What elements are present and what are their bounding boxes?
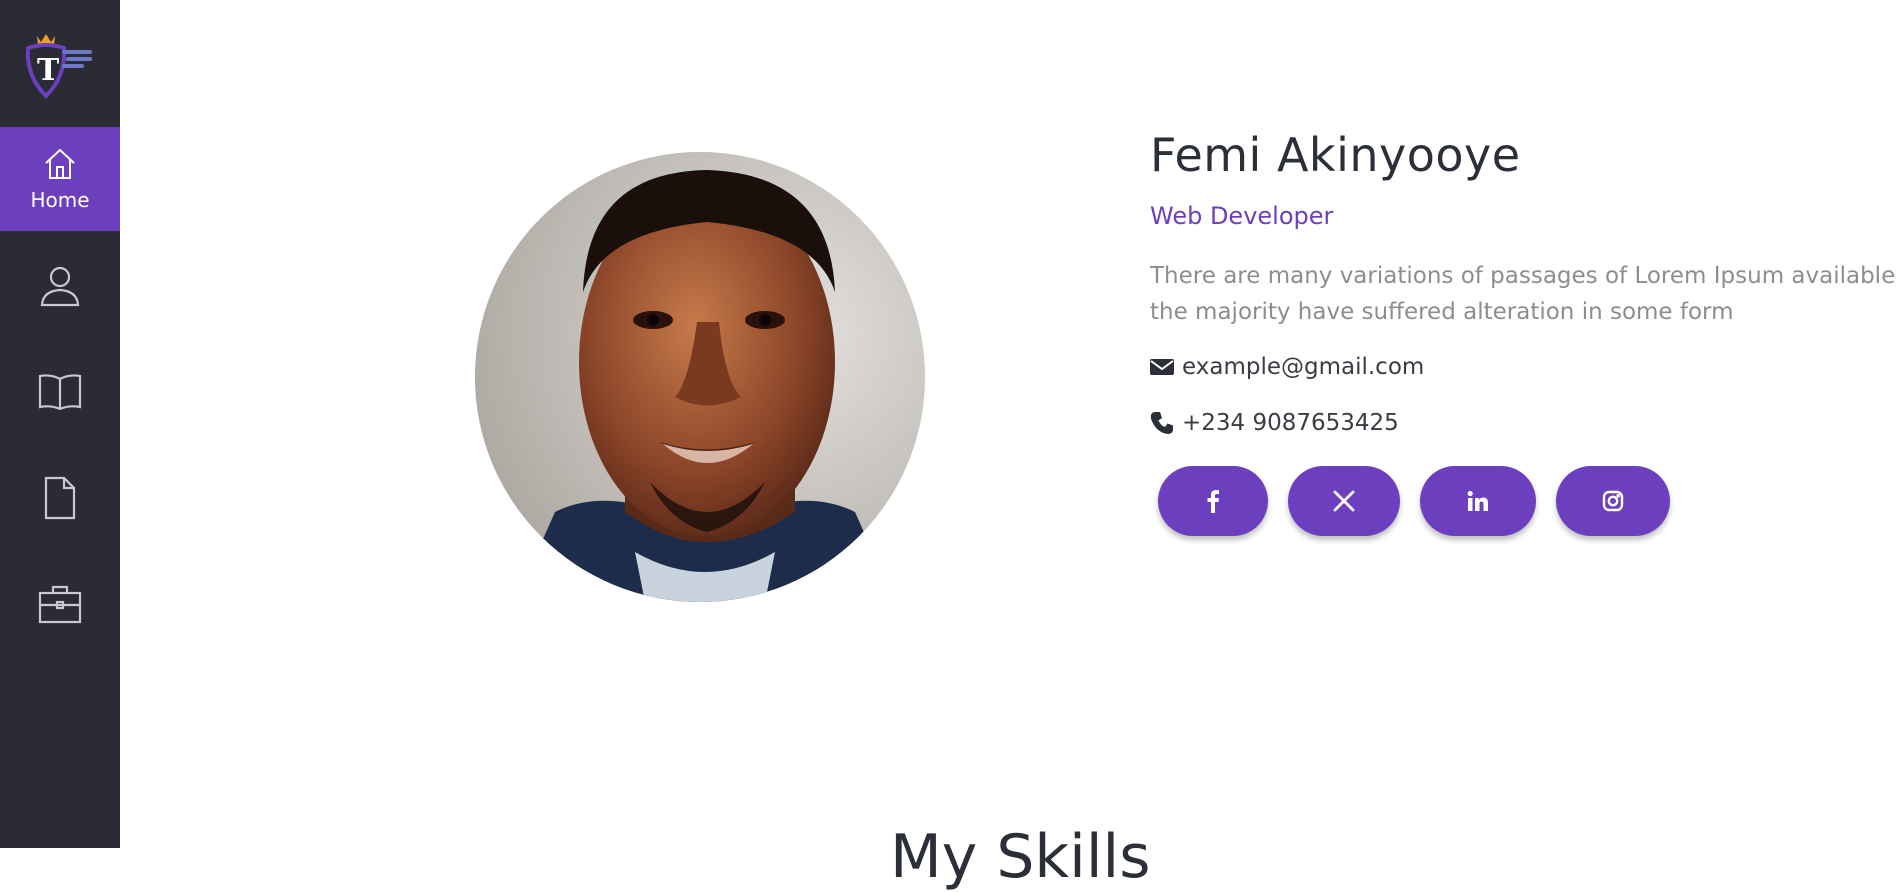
document-icon — [44, 476, 76, 520]
phone-contact[interactable]: +234 9087653425 — [1150, 410, 1896, 436]
phone-text[interactable]: +234 9087653425 — [1182, 410, 1399, 436]
envelope-icon — [1150, 359, 1174, 375]
profile-name: Femi Akinyooye — [1150, 128, 1521, 182]
linkedin-icon — [1467, 490, 1488, 511]
profile-description: There are many variations of passages of… — [1150, 263, 1896, 325]
sidebar: T Home — [0, 0, 120, 848]
home-icon — [45, 148, 75, 179]
brand-logo[interactable]: T — [22, 30, 98, 106]
nav-services[interactable] — [0, 552, 120, 656]
facebook-button[interactable] — [1158, 466, 1268, 536]
nav-resume[interactable] — [0, 340, 120, 444]
instagram-button[interactable] — [1556, 466, 1670, 536]
facebook-icon — [1207, 490, 1219, 513]
linkedin-button[interactable] — [1420, 466, 1536, 536]
x-icon — [1333, 490, 1355, 512]
phone-icon — [1150, 412, 1173, 434]
briefcase-icon — [38, 585, 82, 624]
user-icon — [40, 266, 80, 307]
x-button[interactable] — [1288, 466, 1400, 536]
profile-photo — [475, 152, 925, 602]
nav-home-label: Home — [30, 188, 90, 212]
profile-info: Femi Akinyooye Web Developer There are m… — [1150, 128, 1896, 536]
skills-section-title: My Skills — [890, 822, 1151, 892]
nav-about[interactable] — [0, 234, 120, 338]
book-icon — [38, 374, 82, 411]
instagram-icon — [1602, 490, 1624, 512]
email-text[interactable]: example@gmail.com — [1182, 354, 1424, 380]
nav-portfolio[interactable] — [0, 446, 120, 550]
email-contact[interactable]: example@gmail.com — [1150, 354, 1896, 380]
profile-role: Web Developer — [1150, 202, 1334, 230]
main-content: Femi Akinyooye Web Developer There are m… — [120, 0, 1896, 892]
social-links — [1150, 466, 1896, 536]
nav-home[interactable]: Home — [0, 127, 120, 231]
logo-letter: T — [37, 53, 60, 88]
